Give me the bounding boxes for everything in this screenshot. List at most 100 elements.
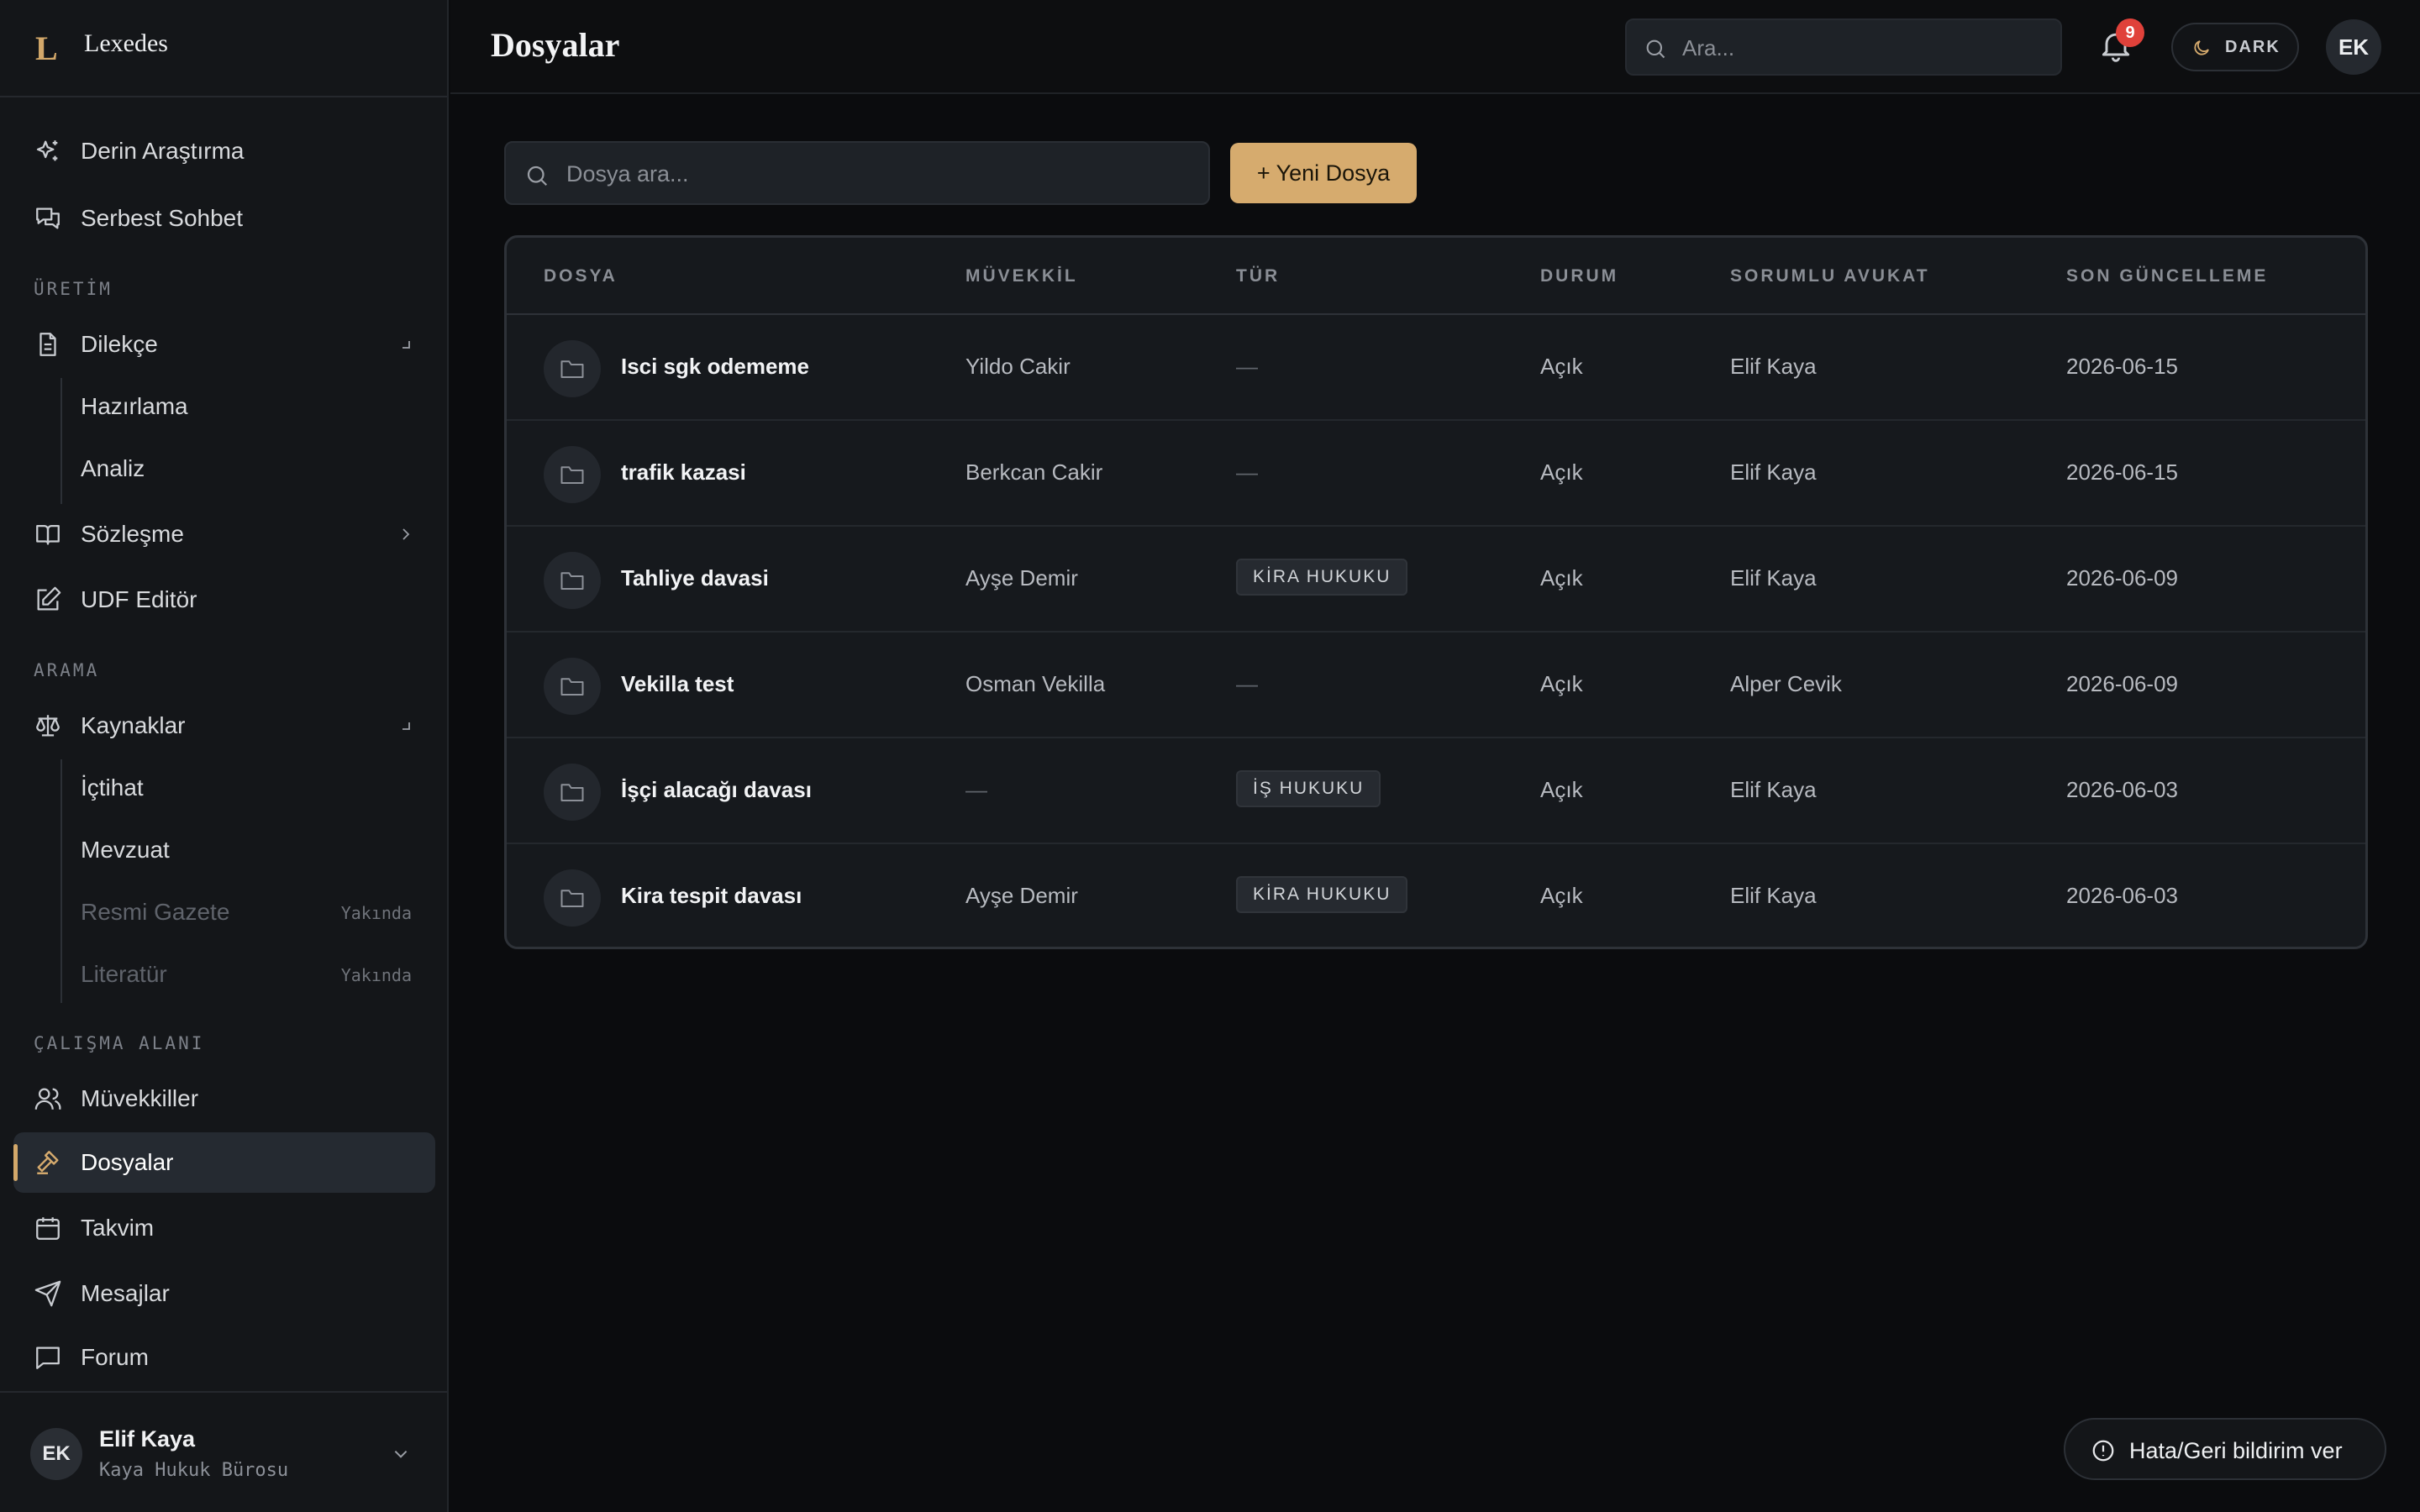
section-label-uretim: ÜRETİM [34,279,113,299]
column-header[interactable]: SON GÜNCELLEME [2066,266,2268,286]
notification-badge: 9 [2116,18,2144,47]
sidebar-subitem-resmi-gazete: Resmi Gazete [81,899,230,925]
send-icon [34,1280,61,1307]
coming-soon-badge: Yakında [340,965,412,985]
sidebar-item-sozlesme[interactable]: Sözleşme [13,504,435,564]
sidebar-subitem-hazirlama[interactable]: Hazırlama [81,393,188,420]
last-updated: 2026-06-15 [2066,354,2178,379]
sidebar-item-label: Takvim [81,1215,155,1241]
section-label-calisma-alani: ÇALIŞMA ALANI [34,1033,205,1053]
table-row[interactable]: Kira tespit davası Ayşe Demir KİRA HUKUK… [507,844,2365,947]
sidebar-item-label: Derin Araştırma [81,138,245,164]
file-name[interactable]: Tahliye davasi [621,565,769,591]
theme-toggle[interactable]: DARK [2171,23,2299,71]
responsible-lawyer: Elif Kaya [1730,459,1817,485]
column-header[interactable]: DOSYA [544,266,618,286]
file-name[interactable]: trafik kazasi [621,459,746,486]
sidebar-item-mesajlar[interactable]: Mesajlar [13,1263,435,1324]
chevron-down-icon[interactable] [392,1445,410,1463]
brand-logo: L [35,29,58,67]
global-search-input[interactable] [1682,32,2044,64]
file-name[interactable]: Vekilla test [621,671,734,697]
users-icon [34,1088,61,1110]
sidebar-item-forum[interactable]: Forum [13,1327,435,1388]
sidebar-item-takvim[interactable]: Takvim [13,1198,435,1258]
sidebar-item-label: Kaynaklar [81,712,186,738]
client-name: Yildo Cakir [965,354,1071,379]
client-name: — [965,777,987,802]
page-title: Dosyalar [491,26,620,64]
sidebar-item-label: Dilekçe [81,331,158,357]
sidebar-item-udf-editor[interactable]: UDF Editör [13,570,435,630]
file-type-tag: KİRA HUKUKU [1236,876,1408,913]
file-type-tag: KİRA HUKUKU [1236,559,1408,596]
gavel-icon [37,1151,59,1174]
file-name[interactable]: İşçi alacağı davası [621,777,812,803]
file-status: Açık [1540,354,1583,379]
file-type: — [1236,354,1258,379]
collapse-icon[interactable] [397,717,413,734]
column-header[interactable]: TÜR [1236,266,1280,286]
sidebar-subitem-ictihat[interactable]: İçtihat [81,774,144,801]
coming-soon-badge: Yakında [340,903,412,923]
client-name: Ayşe Demir [965,883,1078,908]
responsible-lawyer: Elif Kaya [1730,565,1817,591]
table-row[interactable]: Tahliye davasi Ayşe Demir KİRA HUKUKU Aç… [507,527,2365,633]
sidebar-item-kaynaklar[interactable]: Kaynaklar [13,696,435,756]
search-icon [527,165,548,186]
brand[interactable]: L Lexedes [0,0,447,97]
column-header[interactable]: DURUM [1540,266,1618,286]
last-updated: 2026-06-09 [2066,565,2178,591]
file-name[interactable]: Isci sgk odememe [621,354,809,380]
message-square-icon [36,1347,60,1369]
sidebar-subitem-analiz[interactable]: Analiz [81,455,145,482]
file-status: Açık [1540,565,1583,591]
new-file-button[interactable]: + Yeni Dosya [1230,143,1417,203]
sidebar: L Lexedes Derin Araştırma Serbest Sohbet… [0,0,449,1512]
table-row[interactable]: Isci sgk odememe Yildo Cakir — Açık Elif… [507,315,2365,421]
book-icon [36,524,60,545]
sidebar-item-label: Dosyalar [81,1149,174,1175]
sidebar-subitem-literatur: Literatür [81,961,167,987]
folder-icon [544,552,601,609]
file-status: Açık [1540,777,1583,802]
responsible-lawyer: Elif Kaya [1730,777,1817,802]
sidebar-item-derin-arastirma[interactable]: Derin Araştırma [13,121,435,181]
sidebar-item-muvekkiller[interactable]: Müvekkiller [13,1068,435,1129]
sidebar-item-dilekce[interactable]: Dilekçe [13,314,435,375]
chat-icon [36,207,60,229]
folder-icon [544,446,601,503]
folder-icon [544,869,601,927]
avatar: EK [30,1428,82,1480]
table-row[interactable]: trafik kazasi Berkcan Cakir — Açık Elif … [507,421,2365,527]
table-row[interactable]: Vekilla test Osman Vekilla — Açık Alper … [507,633,2365,738]
file-type: — [1236,671,1258,696]
column-header[interactable]: SORUMLU AVUKAT [1730,266,1930,286]
responsible-lawyer: Elif Kaya [1730,354,1817,379]
avatar[interactable]: EK [2326,19,2381,75]
file-name[interactable]: Kira tespit davası [621,883,802,909]
file-type-tag: İŞ HUKUKU [1236,770,1381,807]
sidebar-item-serbest-sohbet[interactable]: Serbest Sohbet [13,188,435,249]
global-search[interactable] [1625,18,2062,76]
collapse-icon[interactable] [397,336,413,353]
user-name: Elif Kaya [99,1426,196,1452]
client-name: Ayşe Demir [965,565,1078,591]
sidebar-item-label: Müvekkiller [81,1085,199,1111]
file-search[interactable] [504,141,1210,205]
file-search-input[interactable] [566,158,1188,190]
sidebar-item-dosyalar[interactable]: Dosyalar [13,1132,435,1193]
user-menu[interactable]: EK Elif Kaya Kaya Hukuk Bürosu [0,1391,447,1512]
table-header: DOSYA MÜVEKKİL TÜR DURUM SORUMLU AVUKAT … [507,238,2365,315]
calendar-icon [36,1217,60,1240]
client-name: Osman Vekilla [965,671,1106,696]
table-row[interactable]: İşçi alacağı davası — İŞ HUKUKU Açık Eli… [507,738,2365,844]
sidebar-item-label: Serbest Sohbet [81,205,244,231]
chevron-right-icon[interactable] [397,526,413,543]
feedback-button[interactable]: Hata/Geri bildirim ver [2064,1418,2386,1480]
column-header[interactable]: MÜVEKKİL [965,266,1078,286]
scale-icon [36,715,60,737]
file-status: Açık [1540,671,1583,696]
responsible-lawyer: Alper Cevik [1730,671,1842,696]
sidebar-subitem-mevzuat[interactable]: Mevzuat [81,837,170,864]
